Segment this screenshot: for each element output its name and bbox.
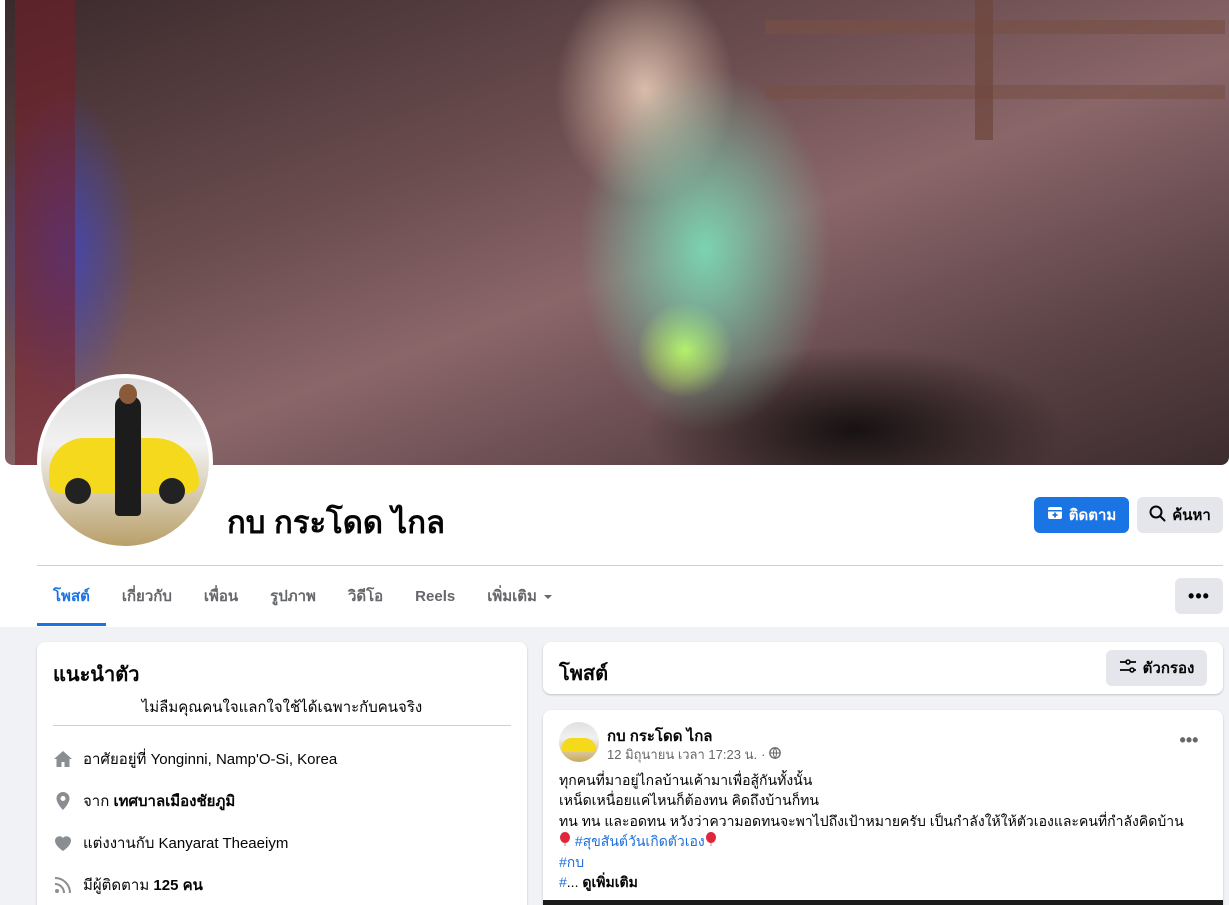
- tab-photos[interactable]: รูปภาพ: [254, 566, 332, 626]
- meta-dot: ·: [761, 747, 766, 762]
- heart-icon: [53, 833, 73, 853]
- follow-label: ติดตาม: [1068, 507, 1117, 524]
- tab-label: Reels: [415, 587, 456, 605]
- post-meta: 12 มิถุนายน เวลา 17:23 น. ·: [607, 744, 782, 765]
- location-pin-icon: [53, 791, 73, 811]
- avatar-person: [115, 396, 141, 516]
- info-prefix: แต่งงานกับ: [83, 835, 155, 852]
- info-value[interactable]: เทศบาลเมืองชัยภูมิ: [113, 793, 235, 810]
- tab-friends[interactable]: เพื่อน: [188, 566, 254, 626]
- post-media[interactable]: [543, 900, 1223, 905]
- hashtag-link[interactable]: #สุขสันต์วันเกิดตัวเอง: [575, 833, 705, 849]
- filter-label: ตัวกรอง: [1142, 660, 1195, 677]
- post-truncated-row: #... ดูเพิ่มเติม: [559, 872, 1184, 892]
- globe-icon: [769, 747, 782, 762]
- balloon-icon: [559, 832, 571, 849]
- info-prefix: อาศัยอยู่ที่: [83, 751, 147, 768]
- post-hashtag-row: #สุขสันต์วันเกิดตัวเอง: [559, 831, 1184, 851]
- avatar-wheel: [159, 478, 185, 504]
- info-value[interactable]: Kanyarat Theaeiym: [159, 835, 289, 852]
- search-button[interactable]: ค้นหา: [1137, 497, 1223, 533]
- cover-rail: [765, 85, 1225, 99]
- filter-button[interactable]: ตัวกรอง: [1106, 650, 1207, 686]
- tab-more[interactable]: เพิ่มเติม: [471, 566, 569, 626]
- tab-label: รูปภาพ: [270, 588, 316, 605]
- tab-about[interactable]: เกี่ยวกับ: [106, 566, 188, 626]
- info-value[interactable]: 125 คน: [153, 877, 202, 894]
- intro-title: แนะนำตัว: [53, 664, 140, 686]
- rss-feed-icon: [53, 875, 73, 895]
- post-line: ทุกคนที่มาอยู่ไกลบ้านเค้ามาเพื่อสู้กันทั…: [559, 772, 813, 788]
- post-options-button[interactable]: •••: [1175, 728, 1203, 752]
- profile-name: กบ กระโดด ไกล: [227, 505, 446, 540]
- cover-photo[interactable]: [5, 0, 1229, 465]
- search-label: ค้นหา: [1172, 507, 1211, 524]
- follow-icon: [1047, 505, 1063, 525]
- tab-label: เพิ่มเติม: [487, 588, 537, 605]
- info-from: จาก เทศบาลเมืองชัยภูมิ: [53, 789, 235, 813]
- see-more-link[interactable]: ดูเพิ่มเติม: [582, 874, 637, 890]
- avatar-wheel: [65, 478, 91, 504]
- intro-card: แนะนำตัว: [37, 642, 527, 905]
- post-line: ทน ทน และอดทน หวังว่าความอดทนจะพาไปถึงเป…: [559, 812, 1184, 829]
- info-value[interactable]: Yonginni, Namp'O-Si, Korea: [151, 751, 338, 768]
- bio-divider: [53, 725, 511, 726]
- profile-tabs: โพสต์ เกี่ยวกับ เพื่อน รูปภาพ วิดีโอ Ree…: [37, 566, 569, 626]
- info-married: แต่งงานกับ Kanyarat Theaeiym: [53, 831, 288, 855]
- post-date[interactable]: 12 มิถุนายน เวลา 17:23 น.: [607, 744, 757, 765]
- avatar-car: [562, 738, 596, 752]
- tab-reels[interactable]: Reels: [399, 566, 471, 626]
- tab-label: วิดีโอ: [347, 588, 384, 605]
- hashtag-link[interactable]: #: [559, 874, 567, 890]
- info-prefix: มีผู้ติดตาม: [83, 877, 150, 894]
- ellipsis: ...: [566, 874, 579, 891]
- profile-header: กบ กระโดด ไกล ติดตาม ค้นหา โพสต์ เกี่ยวก…: [0, 0, 1229, 627]
- tab-posts[interactable]: โพสต์: [37, 566, 106, 626]
- info-lives-in: อาศัยอยู่ที่ Yonginni, Namp'O-Si, Korea: [53, 747, 337, 771]
- follow-button[interactable]: ติดตาม: [1034, 497, 1129, 533]
- filter-icon: [1119, 659, 1137, 677]
- info-prefix: จาก: [83, 793, 110, 810]
- post-body: ทุกคนที่มาอยู่ไกลบ้านเค้ามาเพื่อสู้กันทั…: [559, 770, 1184, 892]
- avatar-photo: [41, 378, 209, 546]
- post-author-avatar[interactable]: [559, 722, 599, 762]
- intro-bio: ไม่ลืมคุณคนใจแลกใจใช้ได้เฉพาะกับคนจริง: [141, 699, 423, 716]
- cover-rail: [765, 20, 1225, 34]
- post-line: เหน็ดเหนื่อยแค่ไหนก็ต้องทน คิดถึงบ้านก็ท…: [559, 792, 819, 809]
- home-icon: [53, 749, 73, 769]
- tab-label: เพื่อน: [203, 588, 239, 605]
- posts-title: โพสต์: [559, 663, 609, 685]
- cover-post: [975, 0, 993, 140]
- tab-label: โพสต์: [53, 588, 90, 605]
- more-options-button[interactable]: •••: [1175, 578, 1223, 614]
- search-icon: [1149, 505, 1166, 526]
- caret-down-icon: [543, 588, 553, 605]
- info-followers: มีผู้ติดตาม 125 คน: [53, 873, 203, 897]
- avatar-head: [119, 384, 137, 404]
- tab-label: เกี่ยวกับ: [121, 588, 172, 605]
- balloon-icon: [705, 832, 717, 849]
- tab-videos[interactable]: วิดีโอ: [332, 566, 399, 626]
- hashtag-link[interactable]: #กบ: [559, 852, 1184, 872]
- profile-avatar[interactable]: [37, 374, 213, 550]
